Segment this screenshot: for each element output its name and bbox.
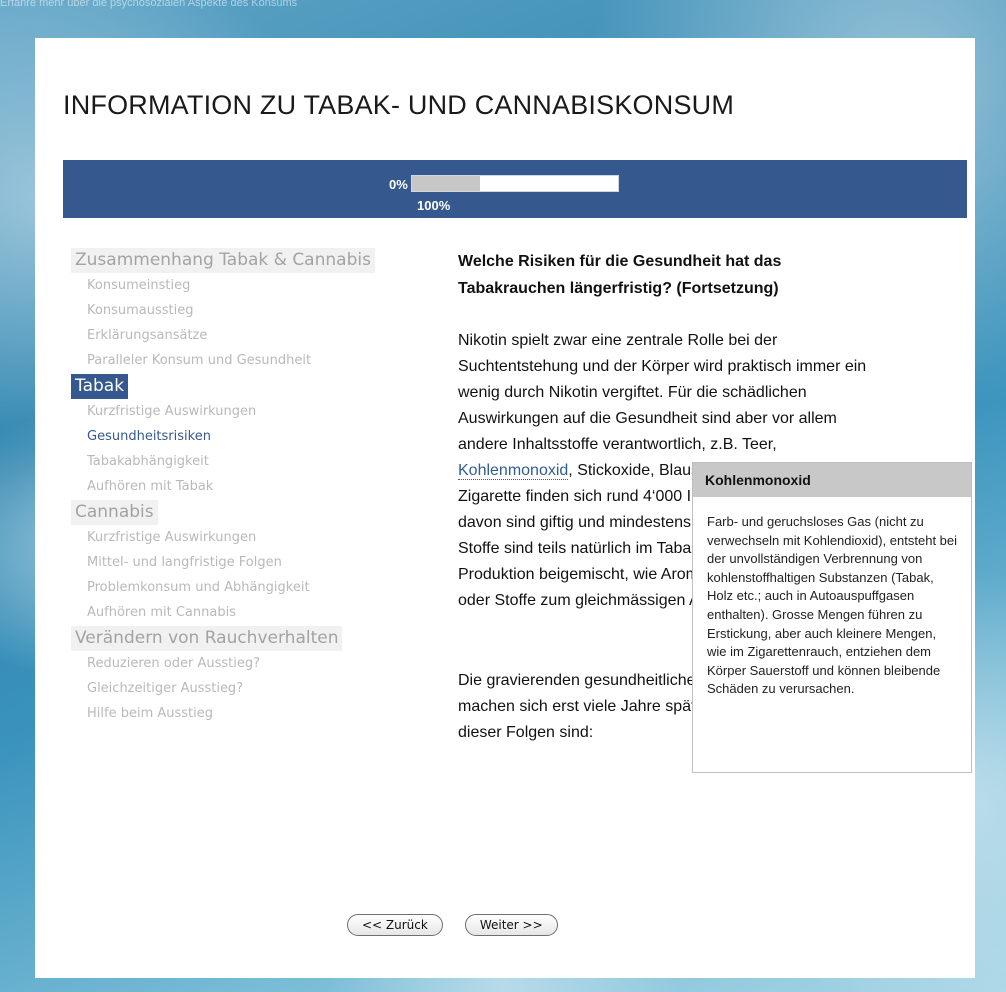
sidebar-item[interactable]: Paralleler Konsum und Gesundheit	[73, 348, 413, 373]
sidebar-group: Zusammenhang Tabak & Cannabis Konsumeinst…	[71, 248, 413, 373]
sidebar-item[interactable]: Problemkonsum und Abhängigkeit	[73, 575, 413, 600]
glossary-link-kohlenmonoxid[interactable]: Kohlenmonoxid	[458, 462, 569, 480]
sidebar-item[interactable]: Gesundheitsrisiken	[73, 424, 413, 449]
back-button[interactable]: << Zurück	[347, 914, 443, 936]
sidebar-item[interactable]: Konsumeinstieg	[73, 273, 413, 298]
progress-max-label: 100%	[417, 198, 451, 213]
sidebar-item[interactable]: Kurzfristige Auswirkungen	[73, 399, 413, 424]
sidebar-group: Tabak Kurzfristige Auswirkungen Gesundheit…	[71, 374, 413, 499]
sidebar-item[interactable]: Hilfe beim Ausstieg	[73, 701, 413, 726]
progress-min-label: 0%	[389, 177, 408, 192]
paragraph-text: Nikotin spielt zwar eine zentrale Rolle …	[458, 332, 867, 453]
tooltip-body: Farb- und geruchsloses Gas (nicht zu ver…	[707, 514, 958, 697]
sidebar-item[interactable]: Reduzieren oder Ausstieg?	[73, 651, 413, 676]
sidebar-group: Cannabis Kurzfristige Auswirkungen Mittel-…	[71, 500, 413, 625]
sidebar-section-title[interactable]: Cannabis	[71, 500, 158, 525]
glossary-tooltip: Kohlenmonoxid Farb- und geruchsloses Gas…	[692, 462, 972, 773]
next-button[interactable]: Weiter >>	[464, 914, 558, 936]
sidebar-item[interactable]: Kurzfristige Auswirkungen	[73, 525, 413, 550]
sidebar-section-title[interactable]: Tabak	[71, 374, 129, 399]
sidebar-section-title[interactable]: Zusammenhang Tabak & Cannabis	[71, 248, 375, 273]
sidebar-item[interactable]: Aufhören mit Tabak	[73, 474, 413, 499]
progress-bar	[411, 175, 619, 192]
navigation-buttons: << Zurück Weiter >>	[347, 914, 558, 936]
main-panel: INFORMATION ZU TABAK- UND CANNABISKONSUM…	[35, 38, 975, 978]
page-title: INFORMATION ZU TABAK- UND CANNABISKONSUM	[63, 90, 735, 120]
progress-bar-fill	[412, 176, 480, 191]
sidebar-item[interactable]: Tabakabhängigkeit	[73, 449, 413, 474]
sidebar-navigation: Zusammenhang Tabak & Cannabis Konsumeinst…	[71, 248, 413, 727]
sidebar-item[interactable]: Erklärungsansätze	[73, 323, 413, 348]
sidebar-item[interactable]: Aufhören mit Cannabis	[73, 600, 413, 625]
tooltip-title: Kohlenmonoxid	[693, 463, 971, 497]
sidebar-item[interactable]: Mittel- und langfristige Folgen	[73, 550, 413, 575]
sidebar-section-title[interactable]: Verändern von Rauchverhalten	[71, 626, 343, 651]
sidebar-group: Verändern von Rauchverhalten Reduzieren o…	[71, 626, 413, 726]
progress-band: 0% 100%	[63, 160, 967, 218]
sidebar-item[interactable]: Konsumausstieg	[73, 298, 413, 323]
top-strip-text: Erfahre mehr über die psychosozialen Asp…	[0, 0, 298, 9]
content-heading: Welche Risiken für die Gesundheit hat da…	[458, 253, 782, 297]
sidebar-item[interactable]: Gleichzeitiger Ausstieg?	[73, 676, 413, 701]
